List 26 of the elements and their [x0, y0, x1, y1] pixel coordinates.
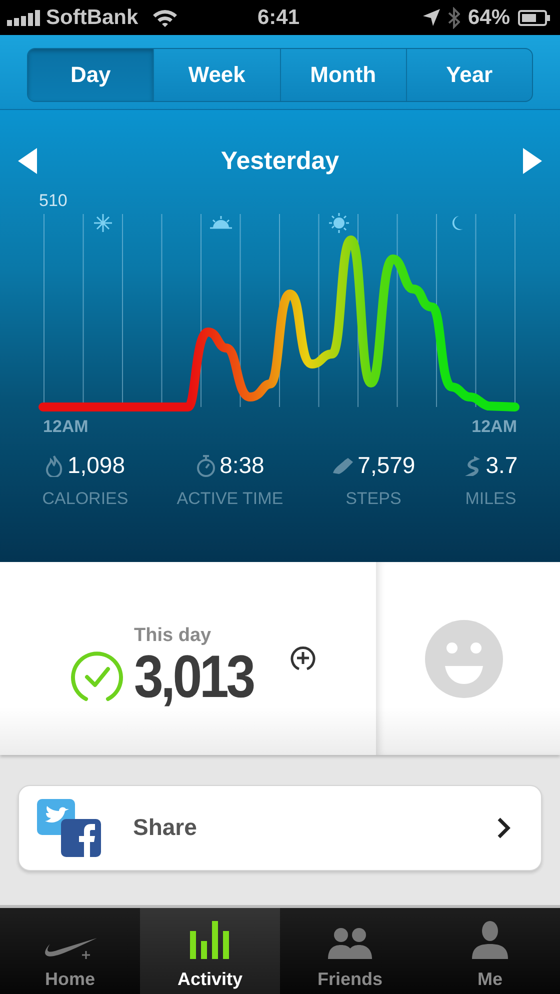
stat-value: 3.7	[486, 452, 518, 479]
period-tab[interactable]: Year	[406, 49, 532, 101]
clock-time: 6:41	[256, 6, 301, 30]
stat-label: ACTIVE TIME	[176, 489, 284, 509]
x-axis-end-label: 12AM	[472, 417, 517, 436]
carrier-name: SoftBank	[46, 6, 138, 30]
fuel-points-value: 3,013	[134, 646, 253, 706]
caption-text: This day	[134, 624, 212, 646]
tab-bar-item[interactable]: Home	[0, 908, 140, 994]
x-axis-start-label: 12AM	[43, 417, 88, 436]
day-title: Yesterday	[220, 146, 340, 176]
stat-value: 8:38	[220, 452, 264, 479]
period-tab[interactable]: Month	[280, 49, 406, 101]
tab-bar-item[interactable]: Friends	[280, 908, 420, 994]
battery-percent: 64%	[468, 6, 510, 30]
period-tab[interactable]: Day	[28, 49, 154, 101]
share-button[interactable]: Share	[18, 784, 542, 870]
stat-label: STEPS	[346, 489, 402, 509]
stat-value: 7,579	[358, 452, 416, 479]
stat-label: CALORIES	[42, 489, 128, 509]
period-tab[interactable]: Week	[153, 49, 280, 101]
y-axis-max-label: 510	[39, 191, 68, 210]
tab-bar-item[interactable]: Me	[420, 908, 560, 994]
tab-bar-item[interactable]: Activity	[140, 908, 280, 994]
stat-label: MILES	[465, 489, 516, 509]
stat-value: 1,098	[67, 452, 126, 479]
